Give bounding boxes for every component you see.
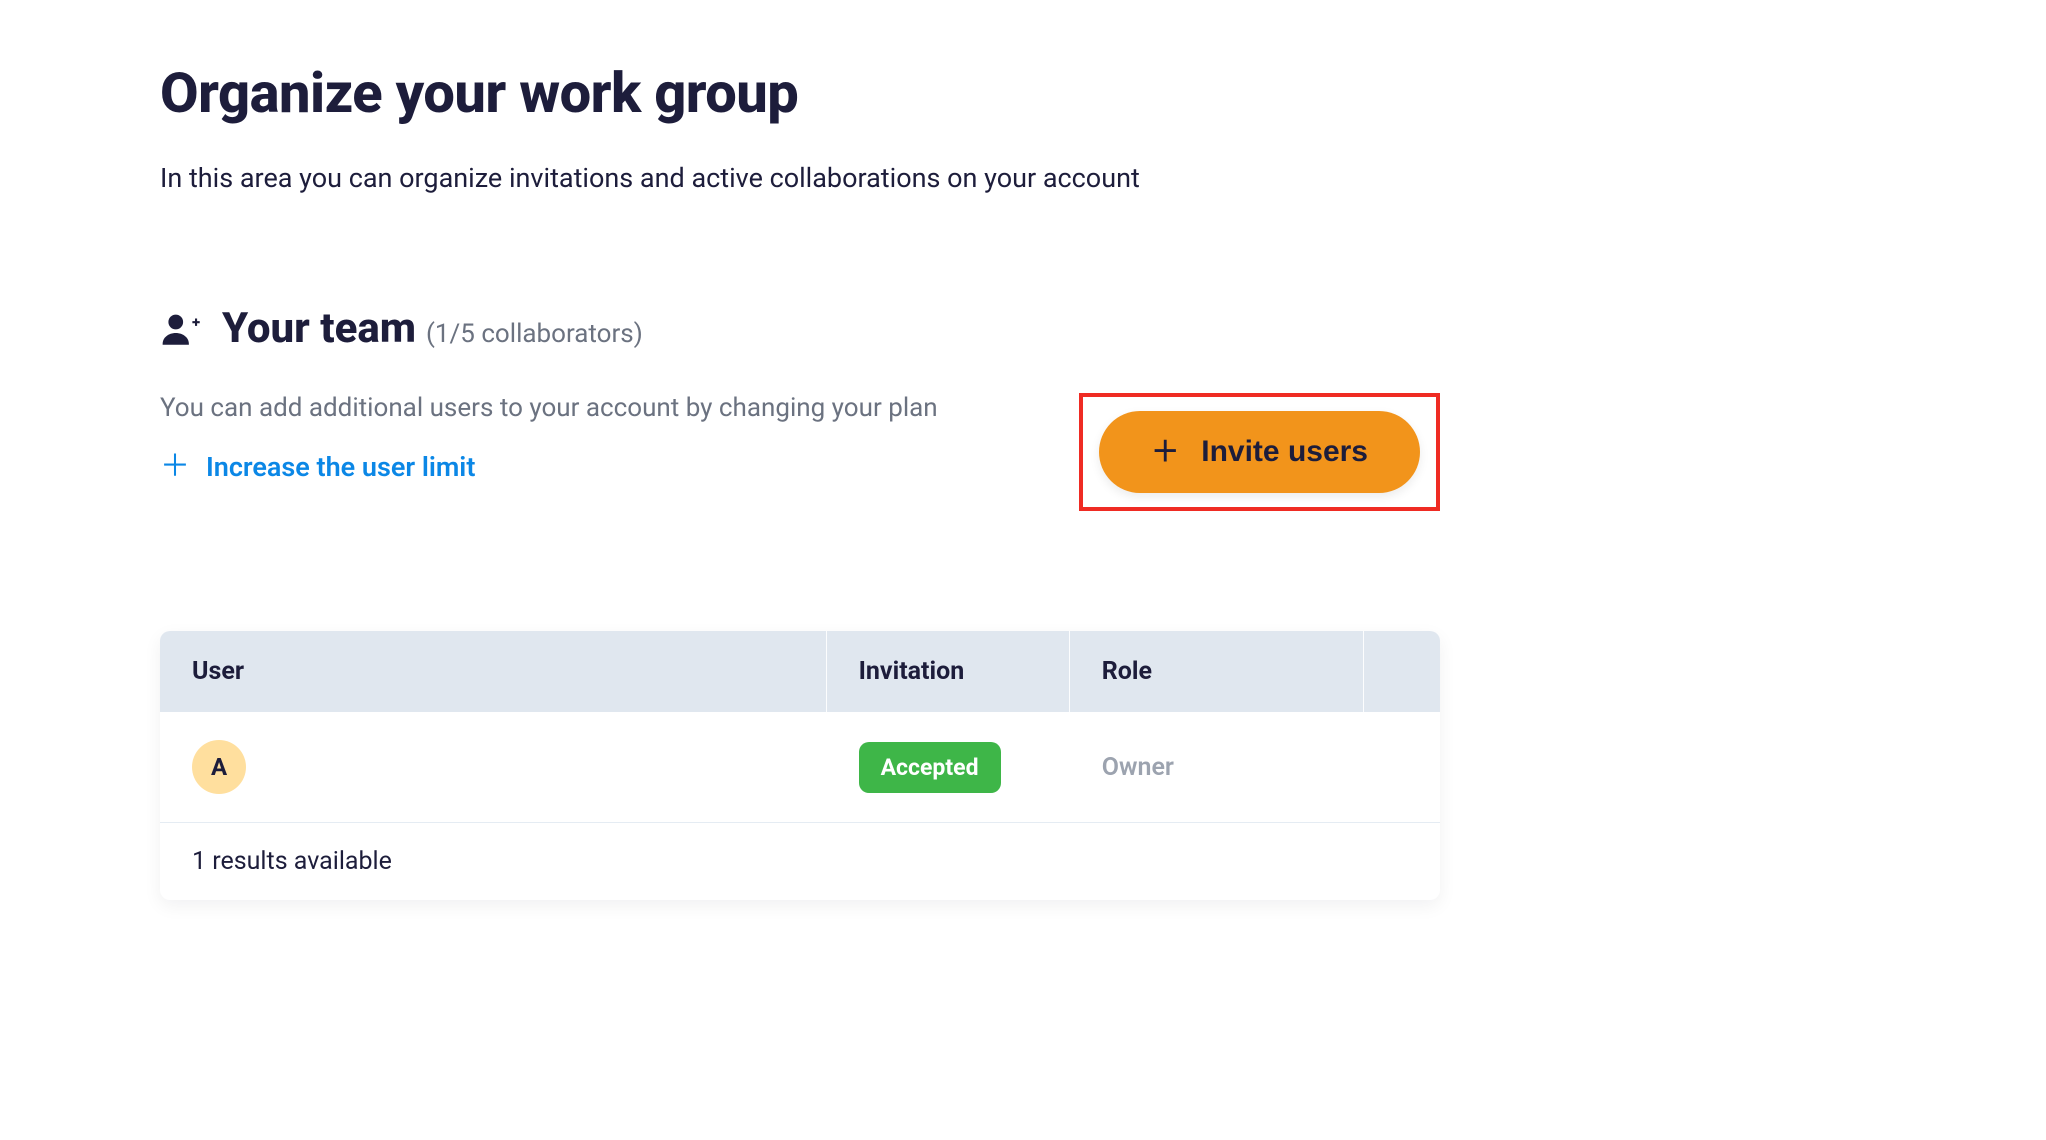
- invite-highlight-box: ＋ Invite users: [1079, 393, 1440, 511]
- table-footer: 1 results available: [160, 823, 1440, 900]
- team-section-header: Your team (1/5 collaborators): [160, 304, 1440, 353]
- th-invitation: Invitation: [826, 631, 1069, 712]
- team-table: User Invitation Role A Accepted Owner 1 …: [160, 631, 1440, 900]
- increase-user-limit-link[interactable]: ＋ Increase the user limit: [160, 451, 475, 483]
- team-actions-row: You can add additional users to your acc…: [160, 393, 1440, 511]
- team-title: Your team: [222, 304, 416, 353]
- table-header: User Invitation Role: [160, 631, 1440, 712]
- work-group-page: Organize your work group In this area yo…: [0, 0, 1600, 960]
- page-title: Organize your work group: [160, 60, 1440, 126]
- th-user: User: [160, 631, 826, 712]
- row-actions: [1363, 739, 1440, 795]
- table-row: A Accepted Owner: [160, 712, 1440, 823]
- th-role: Role: [1069, 631, 1363, 712]
- user-add-icon: [160, 308, 202, 350]
- increase-user-limit-label: Increase the user limit: [206, 451, 475, 483]
- team-count: (1/5 collaborators): [426, 319, 643, 349]
- plus-icon: ＋: [160, 452, 190, 482]
- plus-icon: ＋: [1151, 438, 1179, 466]
- avatar: A: [192, 740, 246, 794]
- invite-users-label: Invite users: [1201, 435, 1368, 469]
- role-value: Owner: [1102, 753, 1174, 782]
- invite-users-button[interactable]: ＋ Invite users: [1099, 411, 1420, 493]
- plan-hint: You can add additional users to your acc…: [160, 393, 1079, 423]
- page-subtitle: In this area you can organize invitation…: [160, 162, 1440, 194]
- invitation-status-badge: Accepted: [859, 742, 1001, 793]
- th-actions: [1363, 631, 1440, 712]
